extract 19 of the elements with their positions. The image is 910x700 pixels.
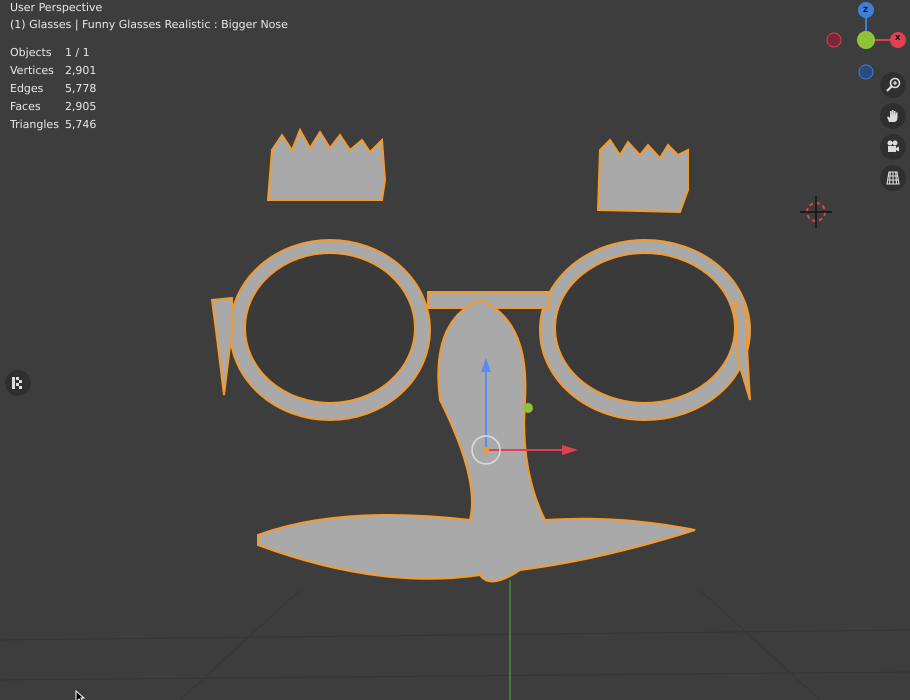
stat-label: Vertices	[10, 64, 54, 78]
stat-label: Triangles	[10, 118, 59, 132]
3d-cursor-icon	[800, 196, 832, 228]
stat-value: 1 / 1	[64, 46, 90, 60]
checker-flag-icon[interactable]	[5, 370, 31, 396]
object-info-label: (1) Glasses | Funny Glasses Realistic : Bigger Nose	[10, 18, 288, 32]
stat-value: 2,905	[64, 100, 96, 114]
hand-icon[interactable]	[880, 103, 906, 129]
stat-value: 5,778	[64, 82, 96, 96]
stat-label: Objects	[10, 46, 52, 60]
camera-icon[interactable]	[880, 134, 906, 160]
view-name-label: User Perspective	[10, 1, 104, 14]
mouse-pointer-icon	[75, 690, 85, 700]
stat-value: 5,746	[64, 118, 96, 132]
perspective-grid-icon[interactable]	[880, 165, 906, 191]
stat-label: Edges	[10, 82, 44, 96]
stat-value: 2,901	[64, 64, 96, 78]
zoom-icon[interactable]	[880, 72, 906, 98]
stat-label: Faces	[10, 100, 41, 114]
